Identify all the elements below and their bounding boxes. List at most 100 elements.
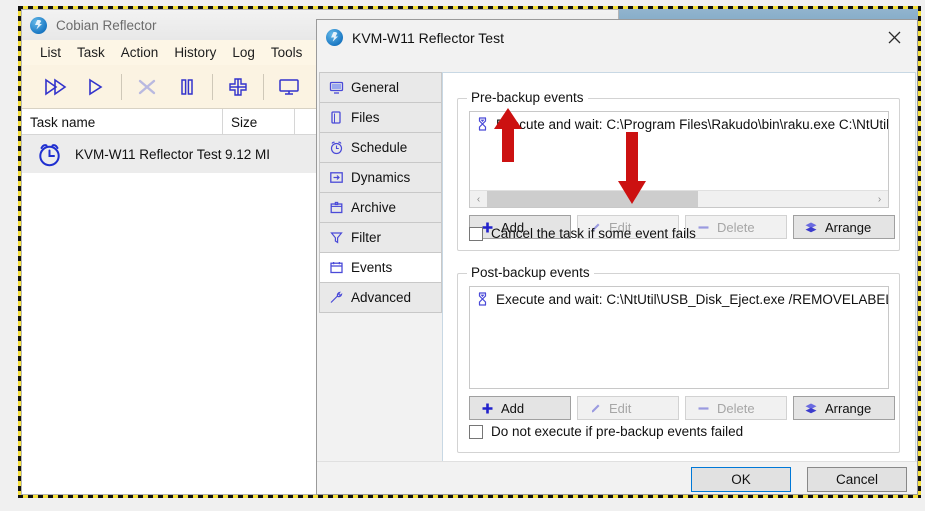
box-icon bbox=[329, 200, 344, 215]
pre-backup-events-group: Pre-backup events Execute and wait: C:\P… bbox=[457, 90, 900, 251]
cobian-app-icon bbox=[326, 29, 343, 46]
layers-icon bbox=[804, 401, 818, 415]
post-backup-event-text: Execute and wait: C:\NtUtil\USB_Disk_Eje… bbox=[496, 292, 889, 307]
column-header-task-name[interactable]: Task name bbox=[22, 109, 223, 135]
column-header-size[interactable]: Size bbox=[223, 109, 295, 135]
button-label: Add bbox=[501, 400, 525, 416]
dialog-title: KVM-W11 Reflector Test bbox=[352, 29, 504, 46]
tab-filter[interactable]: Filter bbox=[320, 223, 441, 253]
wrench-icon bbox=[329, 290, 344, 305]
toolbar-separator bbox=[263, 73, 264, 100]
pencil-icon bbox=[588, 401, 602, 415]
alarm-clock-icon bbox=[329, 140, 344, 155]
button-label: Arrange bbox=[825, 400, 872, 416]
pre-backup-cancel-checkbox-row[interactable]: Cancel the task if some event fails bbox=[469, 226, 696, 241]
dialog-body: General Files Schedule Dynamics Archive … bbox=[317, 55, 917, 494]
post-backup-legend: Post-backup events bbox=[467, 265, 594, 280]
menu-item-log[interactable]: Log bbox=[224, 42, 263, 63]
tab-label: General bbox=[351, 79, 400, 95]
post-backup-edit-button[interactable]: Edit bbox=[577, 396, 679, 420]
post-backup-button-row: Add Edit Delete Arrange bbox=[469, 396, 895, 420]
pre-backup-arrange-button[interactable]: Arrange bbox=[793, 215, 895, 239]
task-size-cell: 9.12 MI bbox=[225, 146, 271, 162]
tab-label: Advanced bbox=[351, 289, 412, 305]
hourglass-icon bbox=[477, 117, 488, 132]
monitor-icon bbox=[329, 80, 344, 95]
task-properties-dialog: KVM-W11 Reflector Test General Files Sch… bbox=[316, 19, 918, 495]
tab-label: Events bbox=[351, 259, 393, 275]
calendar-icon bbox=[329, 260, 344, 275]
pause-icon[interactable] bbox=[167, 69, 207, 105]
cancel-button[interactable]: Cancel bbox=[807, 467, 907, 492]
pre-backup-cancel-checkbox[interactable] bbox=[469, 226, 483, 241]
task-name-cell: KVM-W11 Reflector Test bbox=[75, 146, 222, 162]
close-icon[interactable] bbox=[871, 20, 917, 55]
post-backup-arrange-button[interactable]: Arrange bbox=[793, 396, 895, 420]
tab-schedule[interactable]: Schedule bbox=[320, 133, 441, 163]
minus-icon bbox=[696, 220, 710, 234]
pre-backup-horizontal-scrollbar[interactable]: ‹ › bbox=[470, 190, 888, 207]
scroll-right-icon[interactable]: › bbox=[871, 191, 888, 208]
post-backup-add-button[interactable]: Add bbox=[469, 396, 571, 420]
menu-item-list[interactable]: List bbox=[32, 42, 69, 63]
ok-button[interactable]: OK bbox=[691, 467, 791, 492]
tab-label: Schedule bbox=[351, 139, 408, 155]
dialog-titlebar: KVM-W11 Reflector Test bbox=[317, 20, 917, 55]
app-title: Cobian Reflector bbox=[56, 17, 157, 33]
menu-item-task[interactable]: Task bbox=[69, 42, 113, 63]
tab-advanced[interactable]: Advanced bbox=[320, 283, 441, 313]
button-label: Delete bbox=[717, 219, 755, 235]
run-selected-icon[interactable] bbox=[76, 69, 116, 105]
menu-item-tools[interactable]: Tools bbox=[263, 42, 311, 63]
arrow-box-icon bbox=[329, 170, 344, 185]
scrollbar-thumb[interactable] bbox=[487, 190, 699, 207]
file-icon bbox=[329, 110, 344, 125]
post-backup-skip-checkbox[interactable] bbox=[469, 424, 483, 439]
pre-backup-event-row[interactable]: Execute and wait: C:\Program Files\Rakud… bbox=[470, 112, 888, 132]
toolbar-separator bbox=[212, 73, 213, 100]
pre-backup-event-list[interactable]: Execute and wait: C:\Program Files\Rakud… bbox=[469, 111, 889, 208]
events-tab-panel: Pre-backup events Execute and wait: C:\P… bbox=[442, 72, 916, 494]
checkbox-label: Do not execute if pre-backup events fail… bbox=[491, 424, 744, 439]
dialog-tab-strip: General Files Schedule Dynamics Archive … bbox=[319, 72, 442, 313]
funnel-icon bbox=[329, 230, 344, 245]
tab-archive[interactable]: Archive bbox=[320, 193, 441, 223]
scroll-left-icon[interactable]: ‹ bbox=[470, 191, 487, 208]
cobian-app-icon bbox=[30, 16, 47, 34]
tab-label: Archive bbox=[351, 199, 397, 215]
button-label: Edit bbox=[609, 400, 632, 416]
screen-root: Cobian Reflector List Task Action Histor… bbox=[0, 0, 925, 511]
pre-backup-delete-button[interactable]: Delete bbox=[685, 215, 787, 239]
dialog-footer: OK Cancel bbox=[317, 461, 917, 494]
post-backup-event-row[interactable]: Execute and wait: C:\NtUtil\USB_Disk_Eje… bbox=[470, 287, 888, 307]
tab-dynamics[interactable]: Dynamics bbox=[320, 163, 441, 193]
tab-files[interactable]: Files bbox=[320, 103, 441, 133]
monitor-icon[interactable] bbox=[269, 69, 309, 105]
post-backup-event-list[interactable]: Execute and wait: C:\NtUtil\USB_Disk_Eje… bbox=[469, 286, 889, 389]
menu-item-history[interactable]: History bbox=[166, 42, 224, 63]
layers-icon bbox=[804, 220, 818, 234]
tab-general[interactable]: General bbox=[320, 73, 441, 103]
tab-label: Filter bbox=[351, 229, 381, 245]
run-all-icon[interactable] bbox=[36, 69, 76, 105]
pre-backup-legend: Pre-backup events bbox=[467, 90, 588, 105]
alarm-clock-icon bbox=[36, 141, 63, 168]
stop-icon bbox=[127, 69, 167, 105]
tab-events[interactable]: Events bbox=[320, 253, 441, 283]
button-label: Delete bbox=[717, 400, 755, 416]
toolbar-separator bbox=[121, 73, 122, 100]
minus-icon bbox=[696, 401, 710, 415]
new-task-icon[interactable] bbox=[218, 69, 258, 105]
menu-item-action[interactable]: Action bbox=[113, 42, 167, 63]
hourglass-icon bbox=[477, 292, 488, 307]
plus-icon bbox=[480, 401, 494, 415]
tab-label: Files bbox=[351, 109, 380, 125]
post-backup-events-group: Post-backup events Execute and wait: C:\… bbox=[457, 265, 900, 453]
pre-backup-event-text: Execute and wait: C:\Program Files\Rakud… bbox=[496, 117, 889, 132]
button-label: Arrange bbox=[825, 219, 872, 235]
post-backup-skip-checkbox-row[interactable]: Do not execute if pre-backup events fail… bbox=[469, 424, 743, 439]
checkbox-label: Cancel the task if some event fails bbox=[491, 226, 696, 241]
tab-label: Dynamics bbox=[351, 169, 411, 185]
scrollbar-track[interactable] bbox=[487, 190, 871, 207]
post-backup-delete-button[interactable]: Delete bbox=[685, 396, 787, 420]
